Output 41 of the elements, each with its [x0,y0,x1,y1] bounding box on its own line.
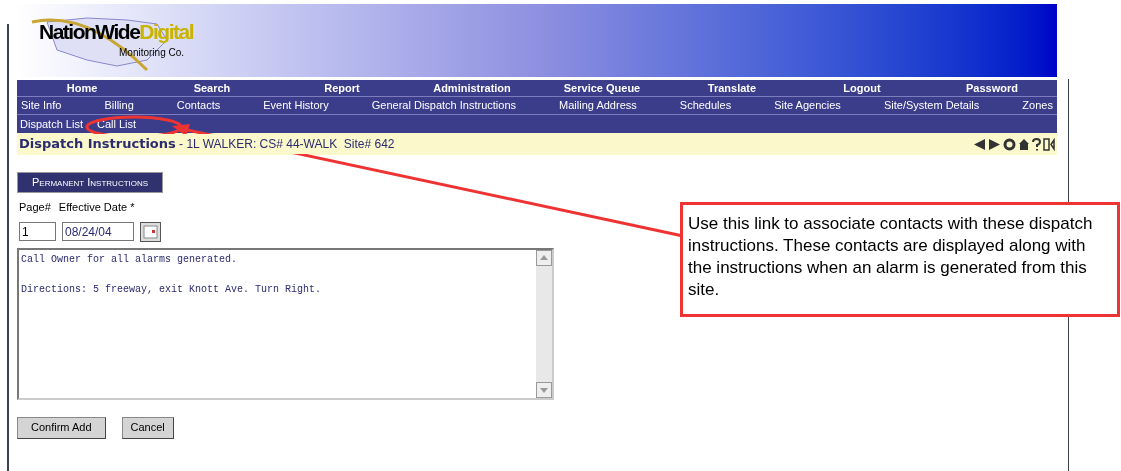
nav-link[interactable]: Service Queue [537,80,667,97]
instructions-textarea[interactable]: Call Owner for all alarms generated. Directions: 5 freeway, exit Knott Ave. Turn Right. [17,247,554,400]
cancel-button[interactable]: Cancel [121,416,174,439]
page-title: Dispatch Instructions [19,135,176,154]
scrollbar[interactable] [536,249,552,398]
nav-link[interactable]: Report [277,80,407,97]
logo-text-accent: Digital [139,21,193,42]
nav-link[interactable]: Contacts [176,97,221,114]
nav-link[interactable]: Site/System Details [883,97,980,114]
page-subtitle: - 1L WALKER: CS# 44-WALK Site# 642 [178,136,395,154]
section-header: Permanent Instructions [17,172,164,193]
nav-link[interactable]: Dispatch List [20,115,83,133]
nav-link[interactable]: General Dispatch Instructions [371,97,517,114]
instructions-text: Call Owner for all alarms generated. Directions: 5 freeway, exit Knott Ave. Turn Right. [20,252,323,297]
nav-link[interactable]: Event History [263,97,329,114]
exit-door-icon[interactable] [1043,137,1055,151]
nav-link[interactable]: Mailing Address [559,97,637,114]
callout-note: Use this link to associate contacts with these dispatch instructions. These contacts are displayed along with the instructions when an alarm is generated from this site. [680,202,1120,317]
scroll-up-icon[interactable] [536,249,552,266]
calendar-icon[interactable] [140,221,161,242]
nav-link[interactable]: Billing [104,97,134,114]
date-field[interactable]: 08/24/04 [62,222,134,241]
nav-link[interactable]: Schedules [679,97,732,114]
nav-link[interactable]: Site Agencies [774,97,841,114]
page-number-field[interactable]: 1 [19,222,56,241]
nav-link[interactable]: Logout [797,80,927,97]
nav-link[interactable]: Administration [407,80,537,97]
nav-link[interactable]: Zones [1022,97,1053,114]
back-icon[interactable] [973,137,986,151]
field-label: Page# [19,200,51,215]
field-label: Effective Date * [58,200,135,215]
refresh-icon[interactable] [1003,137,1016,151]
nav-link[interactable]: Home [17,80,147,97]
nav-link[interactable]: Translate [667,80,797,97]
home-icon[interactable] [1018,137,1030,151]
help-icon[interactable] [1032,137,1041,151]
nav-link[interactable]: Search [147,80,277,97]
nav-link[interactable]: Password [927,80,1057,97]
forward-icon[interactable] [988,137,1001,151]
confirm-add-button[interactable]: Confirm Add [17,416,106,439]
nav-link[interactable]: Site Info [21,97,62,114]
